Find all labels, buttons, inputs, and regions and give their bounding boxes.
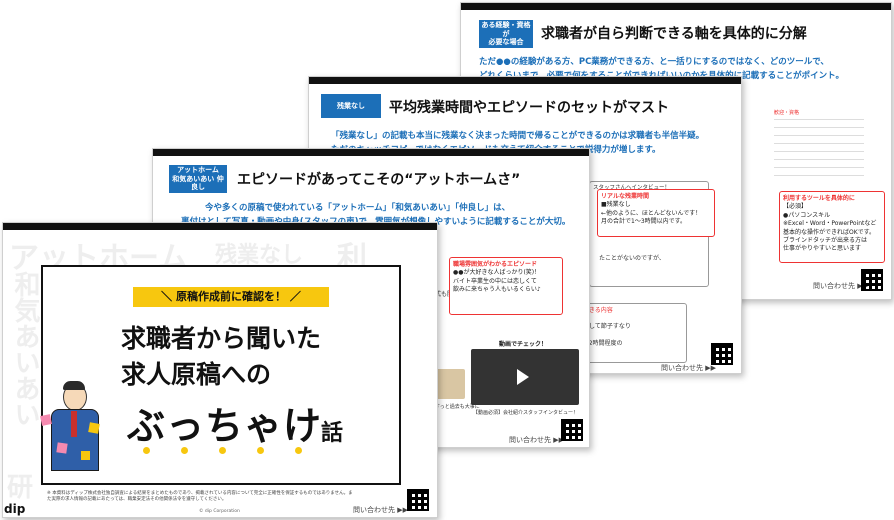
slide-top-bar [461, 3, 891, 10]
section-label: 歓迎・資格 [774, 110, 800, 116]
slide-tag: アットホーム 和気あいあい 仲良し [169, 165, 227, 193]
slide-title: 平均残業時間やエピソードのセットがマスト [389, 100, 669, 116]
businessman-illustration [33, 373, 107, 483]
video-thumbnail[interactable] [471, 349, 579, 405]
atmosphere-line: 飲みに来ちゃう人もいるくらい♪ [453, 286, 541, 294]
slide-top-bar [3, 223, 437, 230]
tool-line: ※Excel・Word・PowerPointなど [783, 220, 877, 228]
sticky-note [40, 414, 52, 426]
slide-tag: ある経験・資格が 必要な場合 [479, 20, 533, 48]
video-caption: 【動画必須】会社紹介スタッフインタビュー！ [473, 410, 579, 416]
qr-code-icon [561, 419, 583, 441]
dot [295, 447, 302, 454]
dot [143, 447, 150, 454]
dot [181, 447, 188, 454]
faded-lines [774, 119, 864, 179]
slide-body: 今や多くの原稿で使われている「アットホーム」「和気あいあい」「仲良し」は、 [205, 203, 511, 213]
sticky-note [88, 422, 100, 434]
overtime-line: ←他のように、ほとんどないんです！ [601, 209, 702, 217]
slide-body: ただ●●の経験がある方、PC業務ができる方、と一括りにするのではなく、どのツール… [479, 57, 829, 67]
sticky-note [56, 442, 68, 454]
tool-highlight-box: 利用するツールを具体的に 【必須】 ●パソコンスキル ※Excel・Word・P… [779, 191, 885, 263]
slide-body: 「残業なし」の記載も本当に残業なく決まった時間で帰ることができるのかは求職者も半… [331, 131, 705, 141]
qr-code-icon [711, 343, 733, 365]
cover-slide: アットホーム 残業なし 利 和気あいあい 研 ＼ 原稿作成前に確認を！ ／ 求職… [2, 222, 438, 518]
tool-line: 【必須】 [783, 203, 808, 211]
dip-logo: dip [4, 502, 26, 516]
tool-line: ●パソコンスキル [783, 211, 831, 219]
cover-headline-suffix: 話 [321, 421, 344, 446]
dot [219, 447, 226, 454]
qr-code-icon [407, 489, 429, 511]
copyright: © dip Corporation [199, 509, 240, 514]
cover-footnote: ※ 本資料はディップ株式会社独自調査による結果をまとめたものであり、掲載されてい… [47, 491, 353, 502]
text-fragment: たことがないのですが、 [599, 255, 665, 262]
slide-title: エピソードがあってこその“アットホームさ” [237, 172, 521, 188]
play-icon [517, 369, 529, 385]
overtime-highlight-box: リアルな残業時間 ■残業なし ←他のように、ほとんどないんです！ 月の合計で1～… [597, 189, 715, 237]
atmosphere-highlight-box: 職場雰囲気がわかるエピソード ●●が大好きな人ばっかり(笑)！ バイト卒業生の中… [449, 257, 563, 315]
qr-code-icon [861, 269, 883, 291]
contact-link[interactable]: 問い合わせ先 ▶▶ [813, 281, 868, 291]
contact-link[interactable]: 問い合わせ先 ▶▶ [661, 363, 716, 373]
tool-line: 仕事がやりやすいと思います [783, 245, 862, 253]
slide-title: 求職者が自ら判断できる軸を具体的に分解 [541, 26, 807, 42]
hair [63, 381, 85, 390]
staff-photo [435, 369, 465, 399]
atmosphere-line: ●●が大好きな人ばっかり(笑)！ [453, 269, 541, 277]
contact-link[interactable]: 問い合わせ先 ▶▶ [353, 505, 408, 515]
cover-ribbon: ＼ 原稿作成前に確認を！ ／ [133, 287, 329, 307]
cover-headline-1: 求職者から聞いた [121, 324, 322, 353]
text-fragment: すっと過去も大事に [435, 404, 480, 410]
tool-line: 基本的な操作ができればOKです。 [783, 228, 876, 236]
tie [71, 411, 77, 437]
slide-top-bar [153, 149, 589, 156]
dot [257, 447, 264, 454]
overtime-line: ■残業なし [601, 201, 631, 209]
video-label: 動画でチェック！ [499, 341, 548, 348]
cover-headline-3: ぶっちゃけ [127, 404, 323, 448]
sticky-note [81, 451, 90, 460]
contact-link[interactable]: 問い合わせ先 ▶▶ [509, 435, 564, 445]
decorative-dots [143, 447, 343, 457]
atmosphere-line: バイト卒業生の中には恋しくて [453, 277, 537, 285]
bg-word: 研 [7, 473, 34, 503]
slide-tag: 残業なし [321, 94, 381, 118]
slide-top-bar [309, 77, 741, 84]
cover-headline-2: 求人原稿への [121, 360, 272, 389]
overtime-line: 月の合計で1～3時間以内です。 [601, 218, 687, 226]
